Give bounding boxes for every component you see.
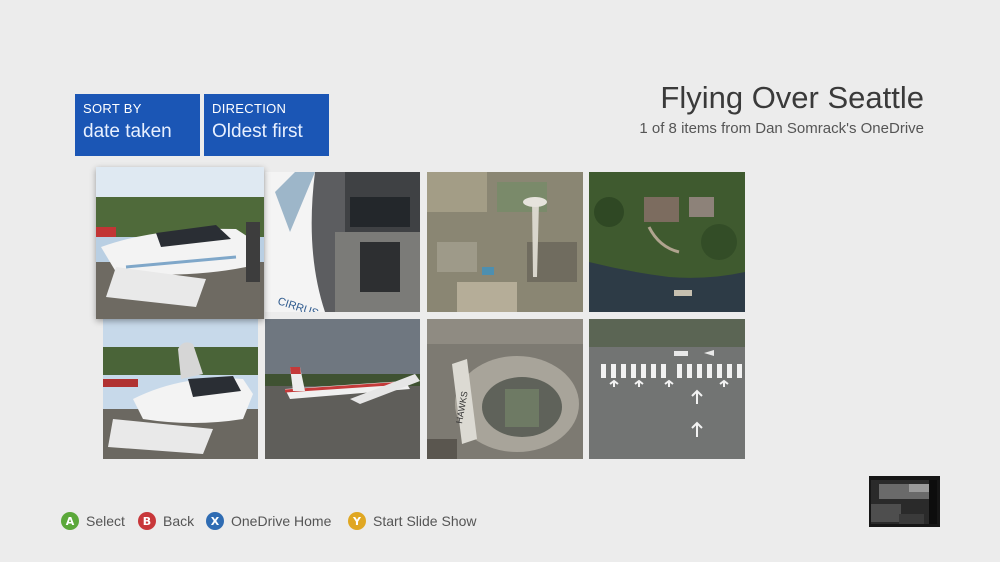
cirrus-cockpit-interior-photo: CIRRUS bbox=[265, 172, 420, 312]
runway-threshold-photo bbox=[589, 319, 745, 459]
y-button-icon: Y bbox=[348, 512, 366, 530]
slide-show-hint[interactable]: Y Start Slide Show bbox=[348, 511, 477, 531]
photo-tile-3[interactable] bbox=[427, 172, 583, 312]
onedrive-home-hint-label: OneDrive Home bbox=[231, 513, 332, 529]
album-item-count: 1 of 8 items from Dan Somrack's OneDrive bbox=[639, 120, 924, 137]
back-hint-label: Back bbox=[163, 513, 195, 529]
direction-label: DIRECTION bbox=[212, 101, 287, 116]
direction-tile[interactable]: DIRECTION Oldest first bbox=[204, 94, 329, 156]
photo-tile-2[interactable]: CIRRUS bbox=[265, 172, 420, 312]
stadium-aerial-photo: HAWKS bbox=[427, 319, 583, 459]
kinect-camera-preview bbox=[869, 476, 940, 527]
select-hint[interactable]: A Select bbox=[61, 511, 125, 531]
album-title: Flying Over Seattle bbox=[660, 80, 924, 115]
lakeside-house-aerial-photo bbox=[589, 172, 745, 312]
photo-tile-6[interactable] bbox=[265, 319, 420, 459]
sort-by-tile[interactable]: SORT BY date taken bbox=[75, 94, 200, 156]
cessna-on-tarmac-photo bbox=[265, 319, 420, 459]
photo-tile-1-selected[interactable] bbox=[96, 167, 264, 319]
a-button-icon: A bbox=[61, 512, 79, 530]
x-button-icon: X bbox=[206, 512, 224, 530]
kinect-silhouette-icon bbox=[869, 476, 940, 527]
sort-by-value: date taken bbox=[83, 121, 172, 142]
airplane-cockpit-boarding-photo bbox=[96, 167, 264, 319]
photo-tile-4[interactable] bbox=[589, 172, 745, 312]
back-hint[interactable]: B Back bbox=[138, 511, 194, 531]
sort-by-label: SORT BY bbox=[83, 101, 142, 116]
onedrive-home-hint[interactable]: X OneDrive Home bbox=[206, 511, 331, 531]
select-hint-label: Select bbox=[86, 513, 125, 529]
slide-show-hint-label: Start Slide Show bbox=[373, 513, 477, 529]
cirrus-open-canopy-photo bbox=[103, 319, 258, 459]
photo-tile-5[interactable] bbox=[103, 319, 258, 459]
space-needle-aerial-photo bbox=[427, 172, 583, 312]
b-button-icon: B bbox=[138, 512, 156, 530]
photo-tile-8[interactable] bbox=[589, 319, 745, 459]
direction-value: Oldest first bbox=[212, 121, 303, 142]
photo-tile-7[interactable]: HAWKS bbox=[427, 319, 583, 459]
